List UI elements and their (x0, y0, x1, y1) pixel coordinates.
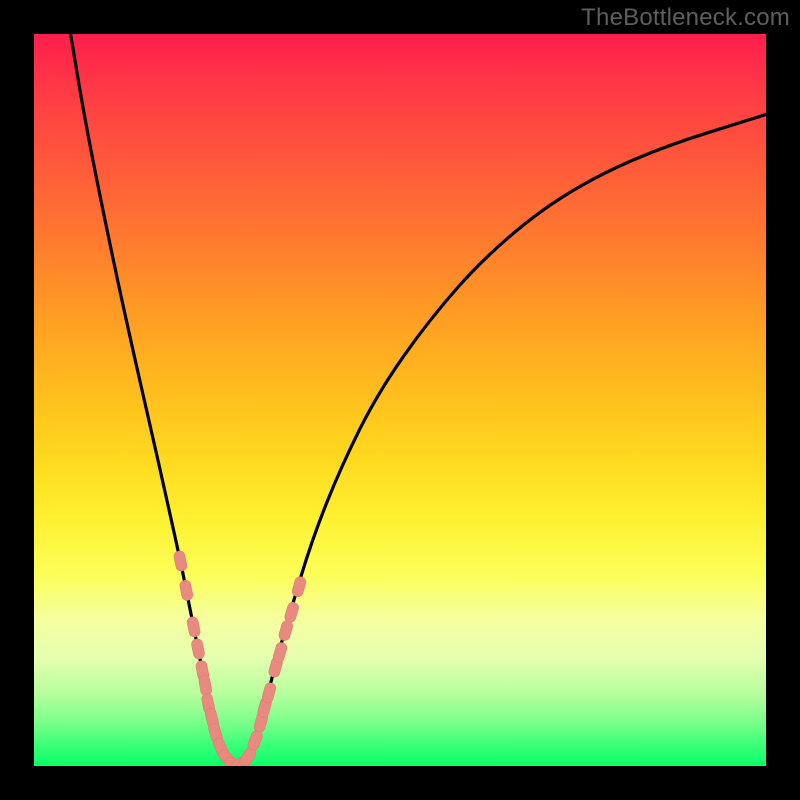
sample-marker (179, 579, 194, 601)
plot-area (34, 34, 766, 766)
watermark-text: TheBottleneck.com (581, 4, 790, 32)
sample-marker (261, 682, 277, 704)
sample-marker (191, 638, 206, 660)
sample-marker (173, 550, 188, 572)
sample-marker (291, 576, 307, 598)
sample-marker (198, 675, 212, 697)
sample-marker (278, 619, 294, 641)
sample-marker (186, 616, 201, 638)
bottleneck-curve (71, 34, 766, 766)
outer-frame: TheBottleneck.com (0, 0, 800, 800)
sample-marker (246, 729, 263, 752)
sample-marker (272, 641, 288, 663)
curve-layer (34, 34, 766, 766)
sample-marker (284, 601, 300, 623)
